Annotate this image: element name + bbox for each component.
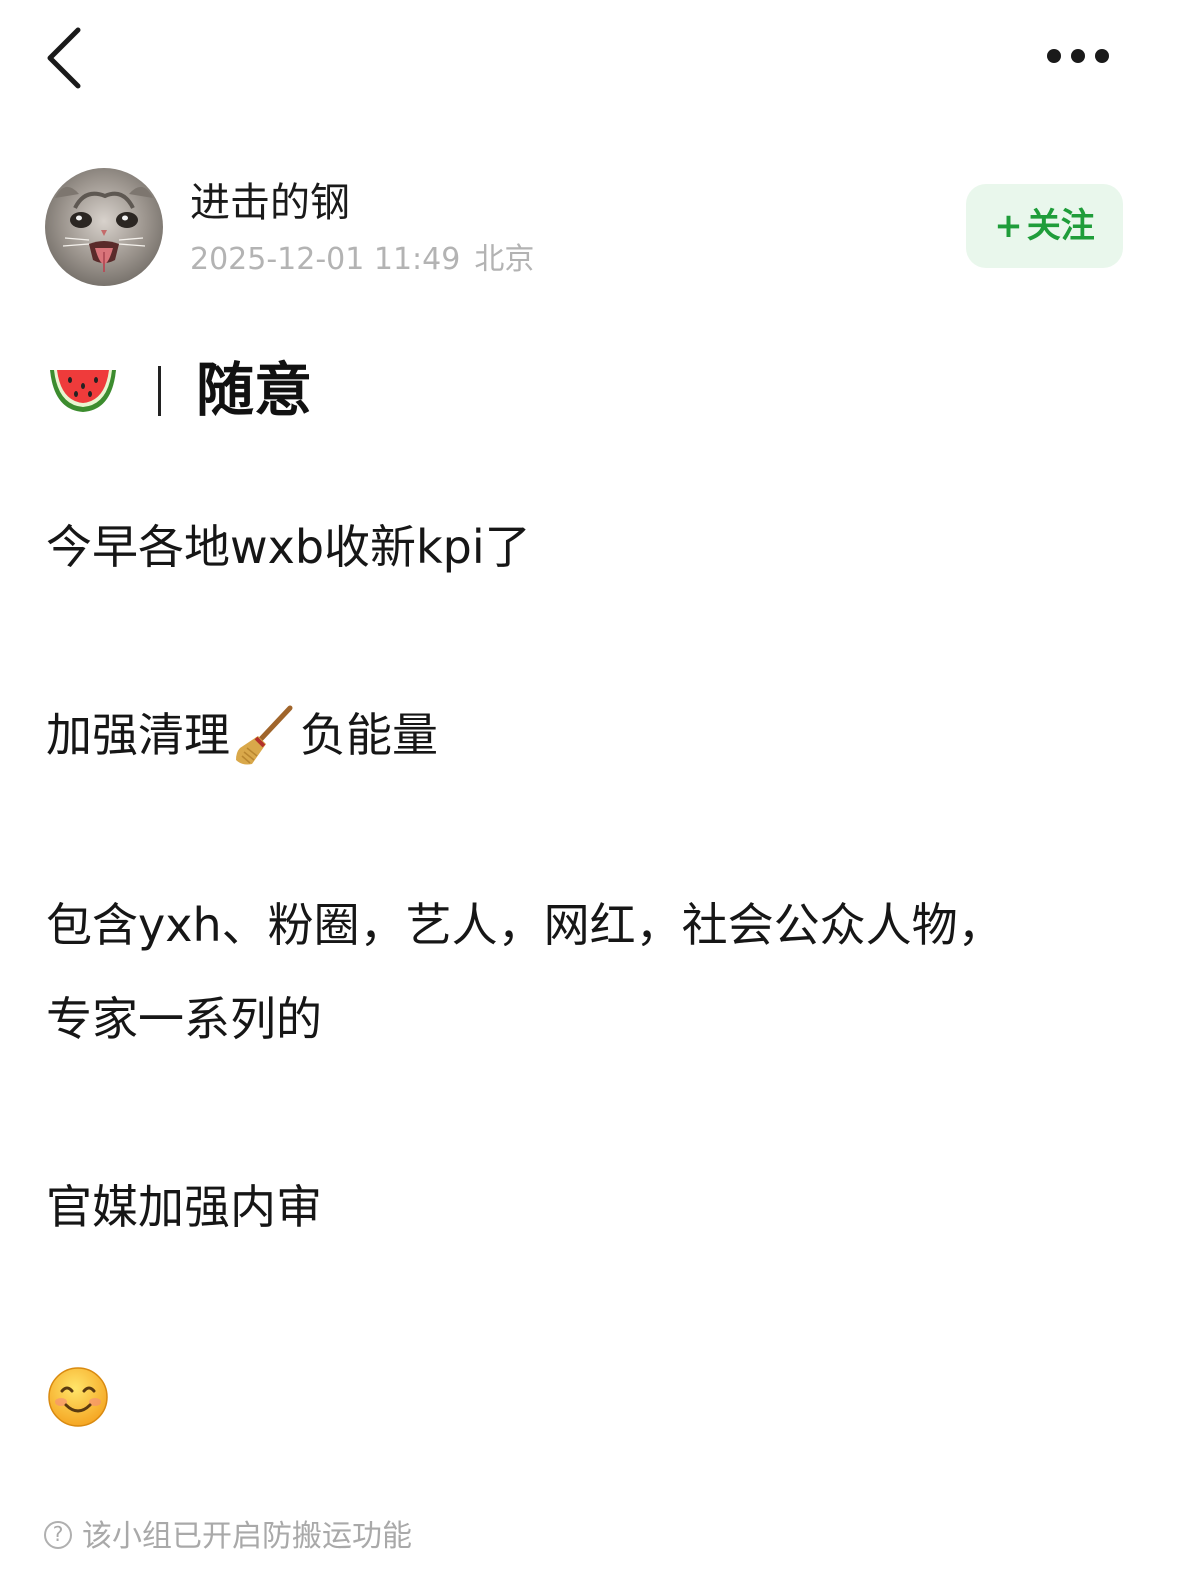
follow-label: 关注 — [1026, 206, 1095, 246]
broom-icon — [232, 702, 298, 768]
top-navigation-bar — [0, 0, 1179, 120]
author-header: 进击的钢 2025-12-01 11:49 北京 + 关注 — [0, 160, 1179, 300]
question-circle-icon[interactable]: ? — [44, 1520, 72, 1549]
group-name: 随意 — [196, 356, 313, 424]
smiling-face-icon — [46, 1365, 110, 1429]
post-line-2-text-a: 加强清理 — [46, 708, 230, 762]
anti-repost-text: 该小组已开启防搬运功能 — [82, 1519, 412, 1554]
post-line-4: 专家一系列的 — [46, 992, 322, 1046]
post-datetime: 2025-12-01 11:49 — [190, 242, 461, 277]
chevron-left-icon — [47, 27, 81, 89]
back-button[interactable] — [36, 22, 100, 92]
watermelon-icon — [46, 356, 120, 416]
author-name[interactable]: 进击的钢 — [190, 178, 350, 228]
anti-repost-notice: ? 该小组已开启防搬运功能 — [44, 1513, 412, 1561]
group-divider — [158, 366, 161, 416]
post-location: 北京 — [474, 242, 535, 277]
cat-avatar — [45, 168, 163, 286]
more-horizontal-icon — [1047, 49, 1109, 63]
post-line-5: 官媒加强内审 — [46, 1180, 322, 1234]
group-tag[interactable]: 随意 — [0, 340, 1179, 440]
plus-icon: + — [994, 206, 1023, 246]
post-line-3: 包含yxh、粉圈，艺人，网红，社会公众人物， — [46, 898, 1004, 952]
avatar[interactable] — [45, 168, 163, 286]
follow-button[interactable]: + 关注 — [966, 184, 1123, 268]
post-meta: 2025-12-01 11:49 北京 — [190, 240, 534, 280]
post-line-2-text-b: 负能量 — [300, 708, 438, 762]
post-line-2: 加强清理 负能量 — [46, 688, 438, 782]
post-line-1: 今早各地wxb收新kpi了 — [46, 520, 531, 574]
more-options-button[interactable] — [1040, 34, 1120, 78]
